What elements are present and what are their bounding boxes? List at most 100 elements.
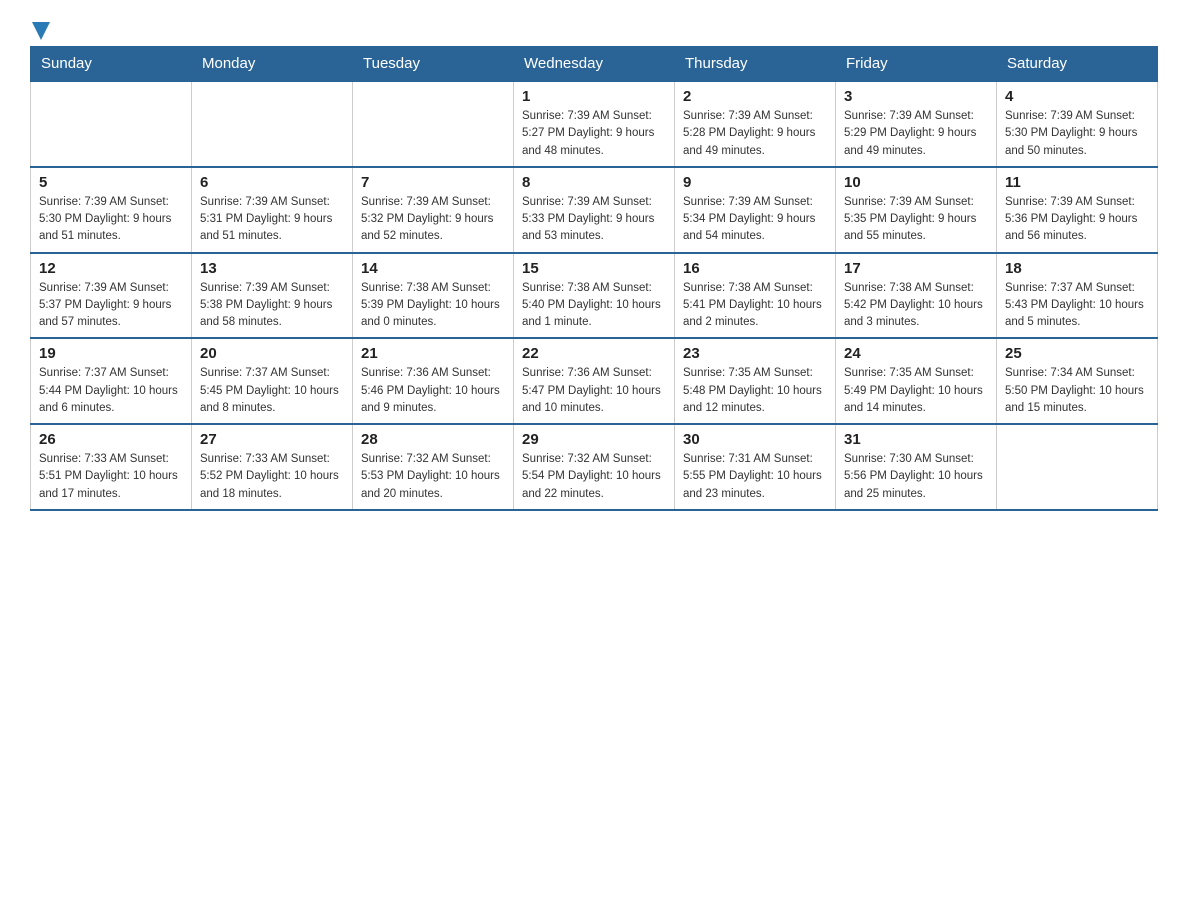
day-number: 14	[361, 260, 505, 277]
day-number: 4	[1005, 88, 1149, 105]
day-number: 29	[522, 431, 666, 448]
calendar-cell: 12 Sunrise: 7:39 AM Sunset: 5:37 PM Dayli…	[31, 253, 192, 339]
day-info: Sunrise: 7:35 AM Sunset: 5:48 PM Dayligh…	[683, 365, 827, 417]
calendar-cell: 21 Sunrise: 7:36 AM Sunset: 5:46 PM Dayli…	[353, 338, 514, 424]
calendar-cell: 23 Sunrise: 7:35 AM Sunset: 5:48 PM Dayli…	[675, 338, 836, 424]
calendar-cell: 10Sunrise: 7:39 AM Sunset: 5:35 PM Dayli…	[836, 167, 997, 253]
calendar-week-row: 5 Sunrise: 7:39 AM Sunset: 5:30 PM Daylig…	[31, 167, 1158, 253]
calendar-cell: 9Sunrise: 7:39 AM Sunset: 5:34 PM Daylig…	[675, 167, 836, 253]
weekday-header-wednesday: Wednesday	[514, 47, 675, 82]
day-info: Sunrise: 7:38 AM Sunset: 5:42 PM Dayligh…	[844, 280, 988, 332]
calendar-week-row: 1 Sunrise: 7:39 AM Sunset: 5:27 PM Daylig…	[31, 81, 1158, 167]
day-info: Sunrise: 7:38 AM Sunset: 5:40 PM Dayligh…	[522, 280, 666, 332]
day-number: 28	[361, 431, 505, 448]
calendar-cell: 28 Sunrise: 7:32 AM Sunset: 5:53 PM Dayli…	[353, 424, 514, 510]
day-number: 5	[39, 174, 183, 191]
day-info: Sunrise: 7:37 AM Sunset: 5:43 PM Dayligh…	[1005, 280, 1149, 332]
day-info: Sunrise: 7:36 AM Sunset: 5:47 PM Dayligh…	[522, 365, 666, 417]
calendar-cell: 16 Sunrise: 7:38 AM Sunset: 5:41 PM Dayli…	[675, 253, 836, 339]
day-info: Sunrise: 7:36 AM Sunset: 5:46 PM Dayligh…	[361, 365, 505, 417]
calendar-cell: 29 Sunrise: 7:32 AM Sunset: 5:54 PM Dayli…	[514, 424, 675, 510]
day-info: Sunrise: 7:39 AM Sunset: 5:32 PM Dayligh…	[361, 194, 505, 246]
day-info: Sunrise: 7:39 AM Sunset: 5:36 PM Dayligh…	[1005, 194, 1149, 246]
calendar-cell: 2 Sunrise: 7:39 AM Sunset: 5:28 PM Daylig…	[675, 81, 836, 167]
day-info: Sunrise: 7:37 AM Sunset: 5:45 PM Dayligh…	[200, 365, 344, 417]
day-number: 31	[844, 431, 988, 448]
calendar-week-row: 26 Sunrise: 7:33 AM Sunset: 5:51 PM Dayli…	[31, 424, 1158, 510]
day-info: Sunrise: 7:32 AM Sunset: 5:54 PM Dayligh…	[522, 451, 666, 503]
day-number: 6	[200, 174, 344, 191]
day-info: Sunrise: 7:33 AM Sunset: 5:52 PM Dayligh…	[200, 451, 344, 503]
day-number: 20	[200, 345, 344, 362]
calendar-cell: 15 Sunrise: 7:38 AM Sunset: 5:40 PM Dayli…	[514, 253, 675, 339]
day-number: 19	[39, 345, 183, 362]
calendar-cell: 7 Sunrise: 7:39 AM Sunset: 5:32 PM Daylig…	[353, 167, 514, 253]
calendar-week-row: 12 Sunrise: 7:39 AM Sunset: 5:37 PM Dayli…	[31, 253, 1158, 339]
day-number: 24	[844, 345, 988, 362]
day-info: Sunrise: 7:39 AM Sunset: 5:30 PM Dayligh…	[1005, 108, 1149, 160]
day-number: 2	[683, 88, 827, 105]
day-info: Sunrise: 7:39 AM Sunset: 5:27 PM Dayligh…	[522, 108, 666, 160]
day-number: 7	[361, 174, 505, 191]
calendar-cell: 18 Sunrise: 7:37 AM Sunset: 5:43 PM Dayli…	[997, 253, 1158, 339]
day-info: Sunrise: 7:39 AM Sunset: 5:29 PM Dayligh…	[844, 108, 988, 160]
day-number: 12	[39, 260, 183, 277]
calendar-cell: 24 Sunrise: 7:35 AM Sunset: 5:49 PM Dayli…	[836, 338, 997, 424]
calendar-cell: 31 Sunrise: 7:30 AM Sunset: 5:56 PM Dayli…	[836, 424, 997, 510]
day-number: 22	[522, 345, 666, 362]
day-info: Sunrise: 7:39 AM Sunset: 5:37 PM Dayligh…	[39, 280, 183, 332]
calendar-cell: 30Sunrise: 7:31 AM Sunset: 5:55 PM Dayli…	[675, 424, 836, 510]
calendar-cell	[31, 81, 192, 167]
day-info: Sunrise: 7:35 AM Sunset: 5:49 PM Dayligh…	[844, 365, 988, 417]
day-number: 8	[522, 174, 666, 191]
day-info: Sunrise: 7:39 AM Sunset: 5:28 PM Dayligh…	[683, 108, 827, 160]
day-number: 23	[683, 345, 827, 362]
weekday-header-friday: Friday	[836, 47, 997, 82]
day-info: Sunrise: 7:31 AM Sunset: 5:55 PM Dayligh…	[683, 451, 827, 503]
day-number: 16	[683, 260, 827, 277]
calendar-week-row: 19Sunrise: 7:37 AM Sunset: 5:44 PM Dayli…	[31, 338, 1158, 424]
day-number: 25	[1005, 345, 1149, 362]
calendar-cell: 6Sunrise: 7:39 AM Sunset: 5:31 PM Daylig…	[192, 167, 353, 253]
day-info: Sunrise: 7:39 AM Sunset: 5:33 PM Dayligh…	[522, 194, 666, 246]
calendar-cell: 11Sunrise: 7:39 AM Sunset: 5:36 PM Dayli…	[997, 167, 1158, 253]
day-number: 1	[522, 88, 666, 105]
calendar-cell: 4 Sunrise: 7:39 AM Sunset: 5:30 PM Daylig…	[997, 81, 1158, 167]
calendar-cell	[997, 424, 1158, 510]
calendar-cell: 26 Sunrise: 7:33 AM Sunset: 5:51 PM Dayli…	[31, 424, 192, 510]
calendar-cell	[192, 81, 353, 167]
logo-triangle-icon	[32, 22, 50, 40]
day-number: 26	[39, 431, 183, 448]
day-info: Sunrise: 7:30 AM Sunset: 5:56 PM Dayligh…	[844, 451, 988, 503]
weekday-header-tuesday: Tuesday	[353, 47, 514, 82]
calendar-cell: 22 Sunrise: 7:36 AM Sunset: 5:47 PM Dayli…	[514, 338, 675, 424]
calendar-cell: 20 Sunrise: 7:37 AM Sunset: 5:45 PM Dayli…	[192, 338, 353, 424]
day-info: Sunrise: 7:39 AM Sunset: 5:35 PM Dayligh…	[844, 194, 988, 246]
day-info: Sunrise: 7:38 AM Sunset: 5:41 PM Dayligh…	[683, 280, 827, 332]
weekday-header-row: SundayMondayTuesdayWednesdayThursdayFrid…	[31, 47, 1158, 82]
day-number: 21	[361, 345, 505, 362]
calendar-cell: 25 Sunrise: 7:34 AM Sunset: 5:50 PM Dayli…	[997, 338, 1158, 424]
weekday-header-saturday: Saturday	[997, 47, 1158, 82]
day-info: Sunrise: 7:33 AM Sunset: 5:51 PM Dayligh…	[39, 451, 183, 503]
calendar-cell: 14 Sunrise: 7:38 AM Sunset: 5:39 PM Dayli…	[353, 253, 514, 339]
day-info: Sunrise: 7:34 AM Sunset: 5:50 PM Dayligh…	[1005, 365, 1149, 417]
day-number: 3	[844, 88, 988, 105]
calendar-cell: 8 Sunrise: 7:39 AM Sunset: 5:33 PM Daylig…	[514, 167, 675, 253]
day-info: Sunrise: 7:39 AM Sunset: 5:38 PM Dayligh…	[200, 280, 344, 332]
day-number: 17	[844, 260, 988, 277]
page-header	[30, 20, 1158, 36]
weekday-header-thursday: Thursday	[675, 47, 836, 82]
calendar-table: SundayMondayTuesdayWednesdayThursdayFrid…	[30, 46, 1158, 511]
weekday-header-sunday: Sunday	[31, 47, 192, 82]
day-info: Sunrise: 7:32 AM Sunset: 5:53 PM Dayligh…	[361, 451, 505, 503]
calendar-cell: 27Sunrise: 7:33 AM Sunset: 5:52 PM Dayli…	[192, 424, 353, 510]
calendar-cell: 17 Sunrise: 7:38 AM Sunset: 5:42 PM Dayli…	[836, 253, 997, 339]
day-number: 15	[522, 260, 666, 277]
day-info: Sunrise: 7:38 AM Sunset: 5:39 PM Dayligh…	[361, 280, 505, 332]
calendar-cell: 1 Sunrise: 7:39 AM Sunset: 5:27 PM Daylig…	[514, 81, 675, 167]
calendar-cell: 5 Sunrise: 7:39 AM Sunset: 5:30 PM Daylig…	[31, 167, 192, 253]
day-info: Sunrise: 7:39 AM Sunset: 5:30 PM Dayligh…	[39, 194, 183, 246]
day-number: 18	[1005, 260, 1149, 277]
day-number: 13	[200, 260, 344, 277]
